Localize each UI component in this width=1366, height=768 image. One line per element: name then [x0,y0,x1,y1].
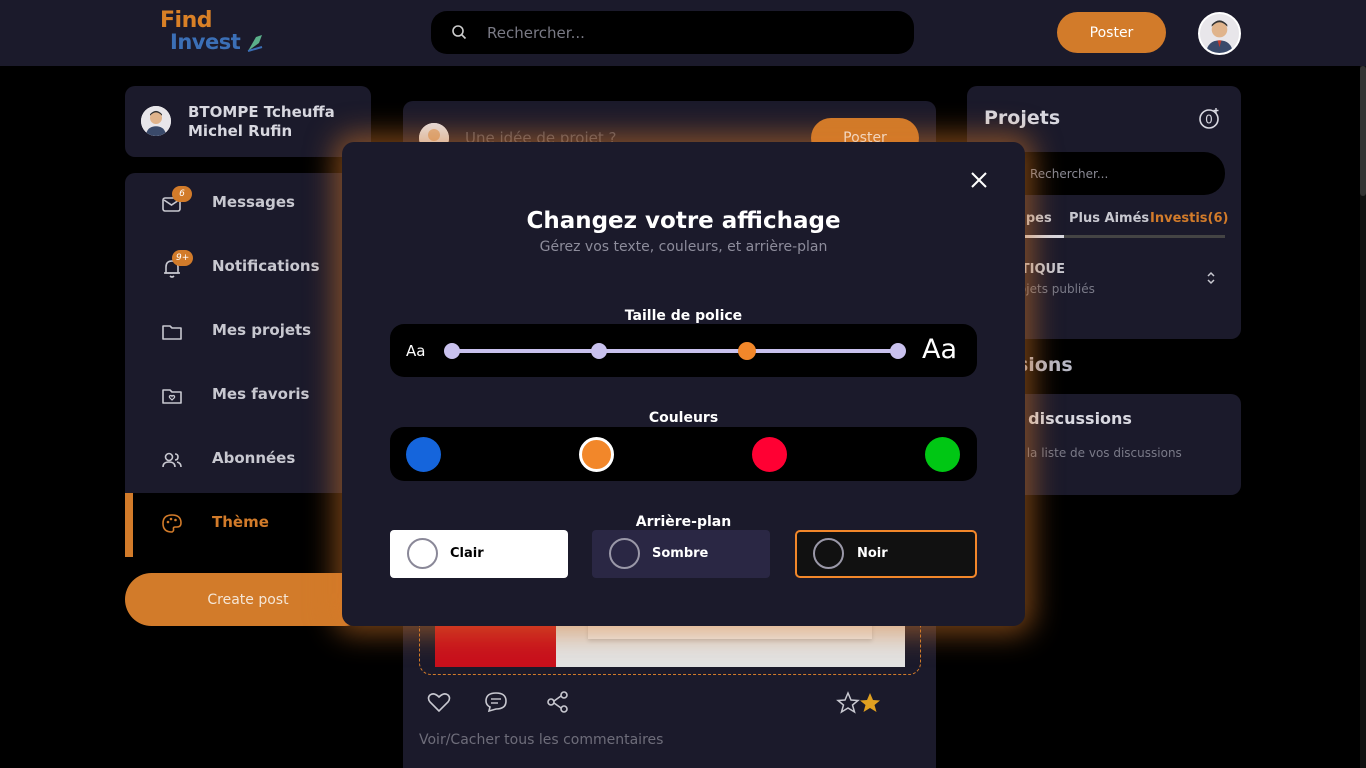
post-button[interactable]: Poster [1057,12,1166,53]
logo-invest-text: Invest [170,30,241,54]
font-size-label: Taille de police [624,308,743,324]
background-option-label: Clair [450,546,484,561]
font-small-label: Aa [406,342,426,360]
chevron-up-down-icon[interactable] [1205,271,1217,285]
color-swatch-orange[interactable] [579,437,614,472]
color-swatch-green[interactable] [925,437,960,472]
font-size-stop-4[interactable] [890,343,906,359]
svg-text:0: 0 [1205,113,1213,127]
sidebar-item-label: Mes projets [212,321,312,339]
background-option-label: Sombre [652,546,709,561]
profile-card[interactable]: BTOMPE Tcheuffa Michel Rufin [125,86,371,157]
radio-clair[interactable] [407,538,438,569]
search-input[interactable] [487,11,887,54]
sidebar-item-label: Messages [212,193,295,211]
sidebar-menu: 6 Messages 9+ Notifications Mes projets … [125,173,371,557]
top-bar: Find Invest Poster [0,0,1366,66]
projects-title: Projets [984,107,1061,129]
sidebar-item-theme[interactable]: Thème [125,493,371,557]
tab-plus-aimes[interactable]: Plus Aimés [1069,211,1149,226]
user-avatar[interactable] [1198,12,1241,55]
profile-avatar [141,106,171,136]
color-swatch-red[interactable] [752,437,787,472]
logo-leaf-icon [247,35,263,52]
background-option-clair[interactable]: Clair [390,530,568,578]
sidebar-item-label: Notifications [212,257,320,275]
radio-noir[interactable] [813,538,844,569]
font-size-stop-3[interactable] [738,342,756,360]
folder-icon [162,325,182,340]
notifications-badge: 9+ [172,250,194,266]
comment-icon[interactable] [484,691,508,717]
like-icon[interactable] [427,691,451,717]
close-icon[interactable] [969,170,989,190]
background-label: Arrière-plan [635,514,732,530]
star-filled-icon[interactable] [858,691,882,719]
background-option-noir[interactable]: Noir [795,530,977,578]
favorite-folder-icon [162,389,182,404]
sidebar-item-mes-projets[interactable]: Mes projets [125,301,371,365]
sidebar-item-abonnees[interactable]: Abonnées [125,429,371,493]
font-size-panel: Aa Aa [390,324,977,377]
sidebar-item-label: Mes favoris [212,385,310,403]
toggle-comments-link[interactable]: Voir/Cacher tous les commentaires [419,732,663,748]
radio-sombre[interactable] [609,538,640,569]
sidebar-item-notifications[interactable]: 9+ Notifications [125,237,371,301]
share-icon[interactable] [546,691,570,717]
logo[interactable]: Find Invest [160,8,270,54]
background-option-sombre[interactable]: Sombre [592,530,770,578]
messages-badge: 6 [172,186,192,202]
font-size-slider[interactable] [452,349,898,353]
users-icon [162,452,182,468]
color-swatch-blue[interactable] [406,437,441,472]
sidebar-item-mes-favoris[interactable]: Mes favoris [125,365,371,429]
modal-title: Changez votre affichage [526,208,841,234]
font-size-stop-2[interactable] [591,343,607,359]
page-scrollbar[interactable] [1360,66,1366,768]
search-icon [452,25,467,40]
sidebar-item-messages[interactable]: 6 Messages [125,173,371,237]
sidebar-item-label: Thème [212,513,269,531]
search-bar [431,11,914,54]
palette-icon [162,514,182,533]
colors-panel [390,427,977,481]
sidebar-item-label: Abonnées [212,449,296,467]
font-large-label: Aa [922,334,958,365]
colors-label: Couleurs [648,410,719,426]
modal-subtitle: Gérez vos texte, couleurs, et arrière-pl… [539,239,828,255]
profile-name: BTOMPE Tcheuffa Michel Rufin [188,103,335,140]
tab-investis[interactable]: Investis(6) [1150,211,1228,226]
project-count-icon[interactable]: 0 [1197,106,1221,130]
font-size-stop-1[interactable] [444,343,460,359]
display-settings-modal: Changez votre affichage Gérez vos texte,… [342,142,1025,626]
star-outline-icon[interactable] [836,691,860,719]
projects-search-input[interactable] [1030,152,1210,195]
background-option-label: Noir [857,546,888,561]
create-post-button[interactable]: Create post [125,573,371,626]
